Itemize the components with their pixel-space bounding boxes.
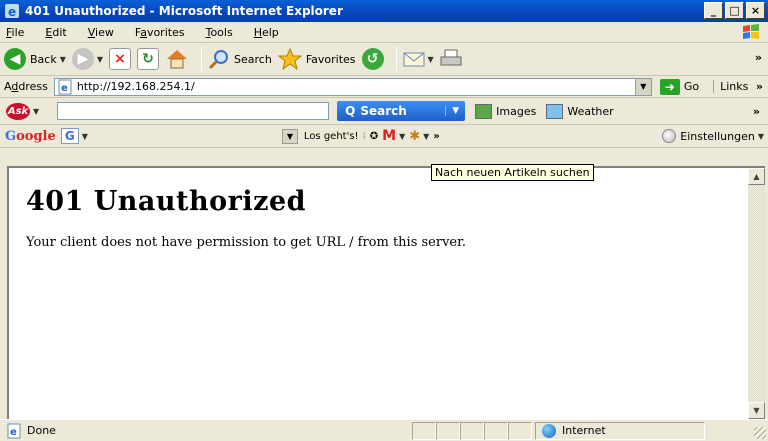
toolbar-more-chevron[interactable]: » <box>755 51 762 64</box>
news-icon: ✱ <box>409 128 421 144</box>
print-button[interactable] <box>440 45 462 73</box>
popup-blocker-icon[interactable]: ✪ <box>370 131 378 142</box>
ie-logo-icon: e <box>5 4 19 19</box>
standard-toolbar: ◀ Back ▼ ▶ ▼ × ↻ Search Favorites ↺ ▼ » <box>0 43 768 76</box>
ask-weather-button[interactable]: Weather <box>546 103 614 119</box>
printer-icon <box>440 49 462 66</box>
menu-bar: File Edit View Favorites Tools Help <box>0 22 768 43</box>
ask-logo: Ask <box>6 102 30 120</box>
google-more-chevron[interactable]: » <box>433 131 439 142</box>
google-toolbar: Google G ▼ ▼ Los geht's! ⁞ ✪ M ▼ ✱ ▼ » Eins… <box>0 125 768 148</box>
security-zone[interactable]: Internet <box>535 421 705 440</box>
back-button[interactable]: ◀ Back ▼ <box>4 45 66 73</box>
menu-help[interactable]: Help <box>252 26 281 39</box>
settings-icon <box>662 129 677 143</box>
error-message: Your client does not have permission to … <box>26 235 467 250</box>
stop-button[interactable]: × <box>109 45 132 73</box>
close-button[interactable]: × <box>746 2 765 19</box>
google-search-input[interactable]: ▼ <box>90 128 300 145</box>
ask-more-chevron[interactable]: » <box>753 105 760 118</box>
vertical-scrollbar[interactable]: ▲ ▼ <box>748 166 765 419</box>
status-panel <box>436 421 460 440</box>
status-text: Done <box>27 424 56 437</box>
address-input[interactable]: e http://192.168.254.1/ ▼ <box>53 77 652 96</box>
minimize-button[interactable]: _ <box>704 2 723 19</box>
address-dropdown-arrow[interactable]: ▼ <box>634 78 651 95</box>
status-panel <box>460 421 484 440</box>
refresh-button[interactable]: ↻ <box>137 45 160 73</box>
window-titlebar[interactable]: e 401 Unauthorized - Microsoft Internet … <box>0 0 768 22</box>
google-logo: Google <box>5 128 56 144</box>
ask-search-dropdown[interactable]: ▼ <box>445 106 465 116</box>
page-content: 401 Unauthorized Your client does not ha… <box>7 166 748 419</box>
mail-icon <box>403 52 425 67</box>
ask-search-button[interactable]: Q Search ▼ <box>337 101 466 121</box>
forward-arrow-icon: ▶ <box>71 48 94 70</box>
go-arrow-icon: ➔ <box>659 78 680 95</box>
history-button[interactable]: ↺ <box>361 45 384 73</box>
menu-favorites[interactable]: Favorites <box>133 26 187 39</box>
toolbar-separator-icon: ⁞ <box>362 130 366 142</box>
ask-toolbar: Ask ▼ Q Search ▼ Images Weather » <box>0 98 768 125</box>
svg-text:e: e <box>61 83 68 94</box>
status-bar: e Done Internet <box>0 419 768 441</box>
back-arrow-icon: ◀ <box>4 48 26 70</box>
maximize-button[interactable]: □ <box>725 2 744 19</box>
stop-icon: × <box>109 48 132 70</box>
scroll-up-arrow-icon[interactable]: ▲ <box>748 168 765 185</box>
status-panel <box>508 421 532 440</box>
home-button[interactable] <box>165 45 189 73</box>
resize-grip[interactable] <box>754 427 766 439</box>
links-toolbar[interactable]: Links » <box>713 80 763 93</box>
address-bar: Address e http://192.168.254.1/ ▼ ➔ Go L… <box>0 76 768 98</box>
menu-view[interactable]: View <box>86 26 116 39</box>
news-button[interactable]: ✱ ▼ <box>409 129 429 144</box>
search-button[interactable]: Search <box>208 45 272 73</box>
home-icon <box>167 50 188 69</box>
tooltip: Nach neuen Artikeln suchen <box>431 164 594 181</box>
globe-icon <box>542 423 556 438</box>
favorites-button[interactable]: Favorites <box>277 45 356 73</box>
mail-button[interactable]: ▼ <box>403 45 434 73</box>
scroll-down-arrow-icon[interactable]: ▼ <box>748 402 765 419</box>
search-magnifier-icon <box>208 50 229 70</box>
page-done-icon: e <box>7 423 21 438</box>
history-icon: ↺ <box>361 48 384 70</box>
menu-file[interactable]: File <box>4 26 26 39</box>
svg-text:e: e <box>10 427 17 438</box>
menu-edit[interactable]: Edit <box>43 26 68 39</box>
ask-menu-button[interactable]: Ask ▼ <box>6 102 39 120</box>
forward-button[interactable]: ▶ ▼ <box>71 45 103 73</box>
google-menu-button[interactable]: G <box>60 128 79 144</box>
page-heading: 401 Unauthorized <box>26 186 307 217</box>
page-icon: e <box>58 79 72 94</box>
gmail-icon: M <box>382 128 397 144</box>
windows-logo-icon <box>743 24 759 39</box>
window-title: 401 Unauthorized - Microsoft Internet Ex… <box>25 4 343 18</box>
weather-icon <box>546 103 564 119</box>
favorites-star-icon <box>277 48 302 70</box>
svg-text:e: e <box>8 5 16 19</box>
gmail-button[interactable]: M ▼ <box>382 128 405 144</box>
status-panel <box>412 421 436 440</box>
ask-images-button[interactable]: Images <box>475 103 536 119</box>
google-search-dropdown[interactable]: ▼ <box>281 128 298 144</box>
menu-tools[interactable]: Tools <box>204 26 235 39</box>
ask-search-input[interactable] <box>57 102 330 120</box>
google-search-go-button[interactable]: Los geht's! <box>304 131 359 142</box>
status-panel <box>484 421 508 440</box>
address-label: Address <box>4 80 48 93</box>
address-url: http://192.168.254.1/ <box>76 80 195 93</box>
settings-button[interactable]: Einstellungen ▼ <box>662 129 764 143</box>
images-icon <box>475 103 493 119</box>
refresh-icon: ↻ <box>137 48 160 70</box>
go-button[interactable]: ➔ Go <box>659 78 699 95</box>
search-icon: Q <box>345 104 356 118</box>
